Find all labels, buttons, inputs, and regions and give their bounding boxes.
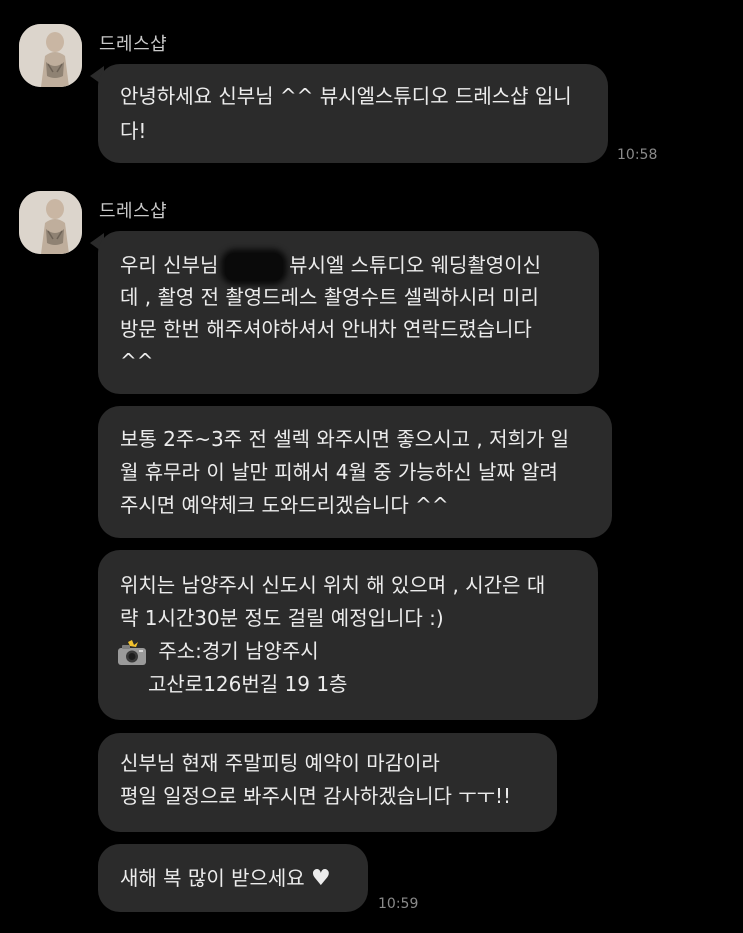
message-bubble[interactable]: 우리 신부님 뷰시엘 스튜디오 웨딩촬영이신 데 , 촬영 전 촬영드레스 촬영…	[98, 231, 599, 394]
sender-avatar[interactable]	[19, 24, 82, 87]
message-text: 우리 신부님	[120, 253, 219, 277]
message-text: 뷰시엘 스튜디오 웨딩촬영이신	[289, 253, 541, 277]
message-text: 다!	[120, 119, 147, 143]
message-text: 주시면 예약체크 도와드리겠습니다 ^^	[120, 493, 449, 517]
message-text: 월 휴무라 이 날만 피해서 4월 중 가능하신 날짜 알려	[120, 460, 558, 484]
message-text: 고산로126번길 19 1층	[148, 672, 348, 696]
sender-name: 드레스샵	[99, 201, 168, 222]
message-text: 새해 복 많이 받으세요	[120, 866, 305, 890]
message-text: 주소:경기 남양주시	[158, 639, 319, 663]
redaction-mark	[224, 252, 283, 281]
sender-name: 드레스샵	[99, 34, 168, 55]
message-text: 방문 한번 해주셔야하셔서 안내차 연락드렸습니다	[120, 317, 532, 341]
message-text: 평일 일정으로 봐주시면 감사하겠습니다 ㅜㅜ!!	[120, 784, 512, 808]
message-bubble[interactable]: 새해 복 많이 받으세요 ♥	[98, 844, 368, 912]
message-text: 위치는 남양주시 신도시 위치 해 있으며 , 시간은 대	[120, 573, 546, 597]
message-text: ^^	[120, 349, 154, 373]
message-text: 보통 2주~3주 전 셀렉 와주시면 좋으시고 , 저희가 일	[120, 427, 570, 451]
message-time: 10:59	[378, 896, 419, 912]
message-bubble[interactable]: 위치는 남양주시 신도시 위치 해 있으며 , 시간은 대 략 1시간30분 정…	[98, 550, 598, 720]
message-bubble[interactable]: 보통 2주~3주 전 셀렉 와주시면 좋으시고 , 저희가 일 월 휴무라 이 …	[98, 406, 612, 538]
message-bubble[interactable]: 신부님 현재 주말피팅 예약이 마감이라 평일 일정으로 봐주시면 감사하겠습니…	[98, 733, 557, 832]
camera-flash-icon	[116, 639, 148, 666]
message-text: 신부님 현재 주말피팅 예약이 마감이라	[120, 751, 440, 775]
message-time: 10:58	[617, 147, 658, 163]
message-text: 안녕하세요 신부님 ^^ 뷰시엘스튜디오 드레스샵 입니	[120, 84, 572, 108]
message-text: 데 , 촬영 전 촬영드레스 촬영수트 셀렉하시러 미리	[120, 285, 539, 309]
message-bubble[interactable]: 안녕하세요 신부님 ^^ 뷰시엘스튜디오 드레스샵 입니 다!	[98, 64, 608, 163]
heart-icon: ♥	[311, 866, 331, 891]
sender-avatar[interactable]	[19, 191, 82, 254]
message-text: 략 1시간30분 정도 걸릴 예정입니다 :)	[120, 606, 444, 630]
